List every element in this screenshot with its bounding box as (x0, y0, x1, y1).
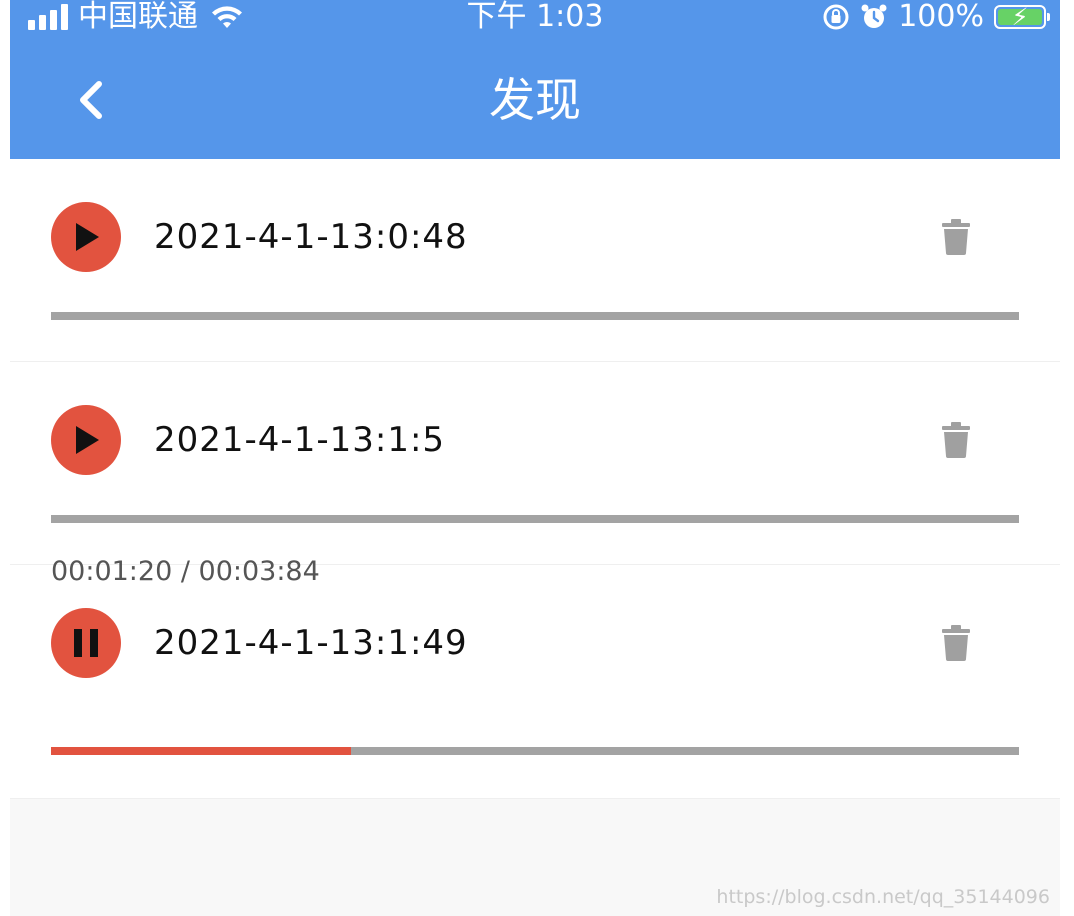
playback-time: 00:01:20 / 00:03:84 (51, 556, 320, 587)
recording-name: 2021-4-1-13:0:48 (154, 217, 468, 257)
watermark: https://blog.csdn.net/qq_35144096 (716, 886, 1050, 908)
recording-list: 2021-4-1-13:0:48 2021-4-1-13:1:5 2021-4-… (10, 159, 1060, 799)
pause-button[interactable] (51, 608, 121, 678)
play-button[interactable] (51, 202, 121, 272)
play-icon (76, 223, 99, 251)
orientation-lock-icon (823, 4, 849, 30)
app-screen: 中国联通 下午 1:03 100% ⚡ 发现 2021-4-1-13:0:48 … (10, 0, 1060, 916)
trash-icon (942, 625, 970, 661)
playback-progress-bar[interactable] (51, 312, 1019, 320)
delete-button[interactable] (936, 217, 976, 257)
progress-fill (51, 747, 352, 755)
status-right: 100% ⚡ (822, 0, 1050, 34)
delete-button[interactable] (936, 623, 976, 663)
play-icon (76, 426, 99, 454)
status-bar: 中国联通 下午 1:03 100% ⚡ (10, 0, 1060, 34)
trash-icon (942, 422, 970, 458)
delete-button[interactable] (936, 420, 976, 460)
recording-name: 2021-4-1-13:1:49 (154, 623, 468, 663)
alarm-icon (861, 4, 887, 28)
play-button[interactable] (51, 405, 121, 475)
recording-item: 2021-4-1-13:1:49 (10, 565, 1060, 799)
navigation-header: 中国联通 下午 1:03 100% ⚡ 发现 (10, 0, 1060, 159)
recording-name: 2021-4-1-13:1:5 (154, 420, 446, 460)
playback-progress-bar[interactable] (51, 515, 1019, 523)
battery-percent: 100% (898, 0, 984, 34)
trash-icon (942, 219, 970, 255)
playback-progress-bar[interactable] (51, 747, 1019, 755)
page-title: 发现 (489, 73, 581, 127)
recording-item: 2021-4-1-13:0:48 (10, 159, 1060, 362)
pause-icon (74, 629, 98, 657)
recording-item: 2021-4-1-13:1:5 (10, 362, 1060, 565)
battery-charging-icon: ⚡ (994, 3, 1050, 31)
